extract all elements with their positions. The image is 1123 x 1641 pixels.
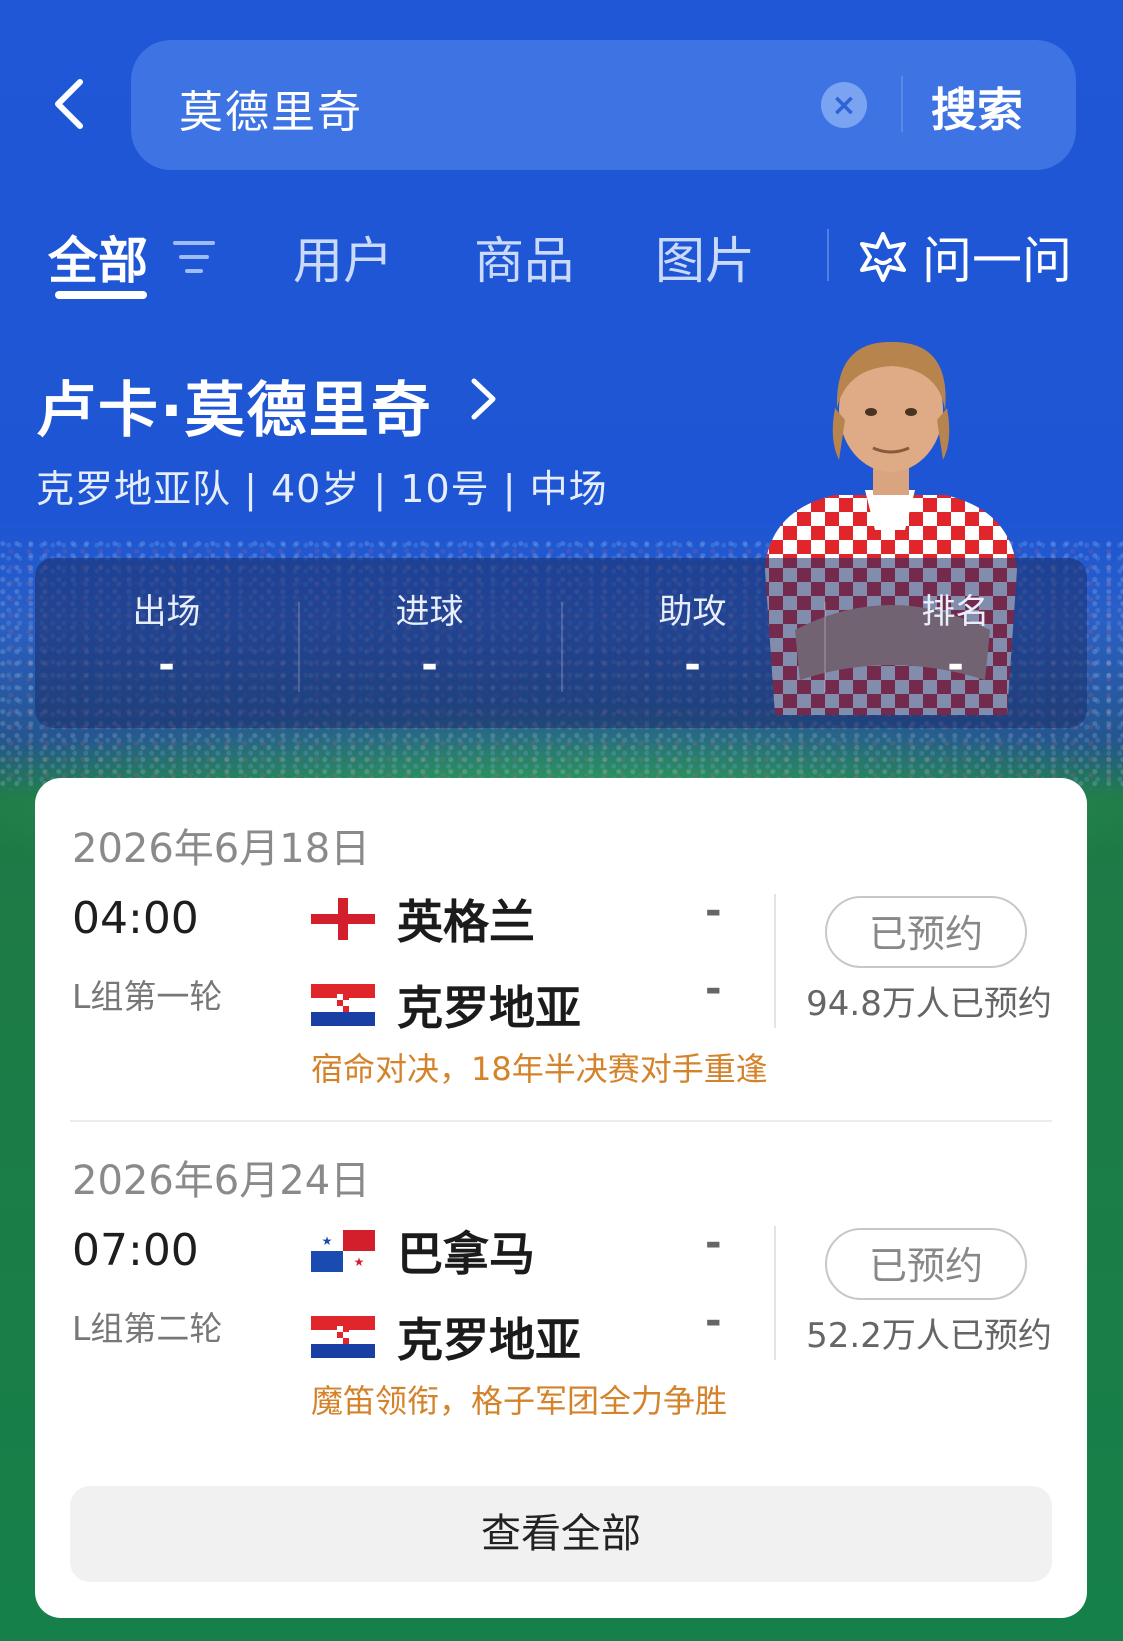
stat-ranking: 排名 - (824, 558, 1087, 728)
reserve-button[interactable]: 已预约 (825, 1228, 1027, 1300)
view-all-button[interactable]: 查看全部 (70, 1486, 1052, 1582)
team-name[interactable]: 英格兰 (397, 886, 535, 952)
match-round: L组第一轮 (72, 977, 223, 1016)
team-name[interactable]: 克罗地亚 (397, 972, 581, 1038)
stat-appearances: 出场 - (35, 558, 298, 728)
reserve-button[interactable]: 已预约 (825, 896, 1027, 968)
match-tagline: 宿命对决，18年半决赛对手重逢 (311, 1050, 768, 1088)
chevron-right-icon[interactable] (466, 376, 500, 422)
team-name[interactable]: 克罗地亚 (397, 1304, 581, 1370)
match-date: 2026年6月18日 (72, 826, 371, 872)
search-bar[interactable]: 莫德里奇 × 搜索 (131, 40, 1076, 170)
stat-goals: 进球 - (298, 558, 561, 728)
stat-label: 助攻 (658, 592, 727, 632)
stat-label: 出场 (132, 592, 201, 632)
stat-assists: 助攻 - (561, 558, 824, 728)
ai-sparkle-icon (860, 232, 906, 282)
tab-images[interactable]: 图片 (655, 221, 755, 293)
vertical-divider (774, 1226, 776, 1360)
stat-label: 排名 (921, 592, 990, 632)
tab-bar: 全部 用户 商品 图片 问一问 (0, 215, 1123, 305)
stat-value: - (158, 642, 175, 688)
match-time: 04:00 (72, 893, 199, 944)
match-time: 07:00 (72, 1225, 199, 1276)
tab-divider (827, 229, 829, 281)
reserve-count: 94.8万人已预约 (806, 984, 1052, 1024)
tab-users[interactable]: 用户 (293, 221, 393, 293)
search-button[interactable]: 搜索 (931, 74, 1023, 140)
england-flag-icon (311, 898, 375, 940)
search-input[interactable]: 莫德里奇 (179, 76, 363, 140)
player-name[interactable]: 卢卡·莫德里奇 (36, 362, 433, 449)
stat-value: - (684, 642, 701, 688)
croatia-flag-icon (311, 1316, 375, 1358)
vertical-divider (774, 894, 776, 1028)
stat-value: - (947, 642, 964, 688)
ask-button[interactable]: 问一问 (856, 221, 1072, 293)
filter-icon[interactable] (173, 237, 215, 277)
tab-all[interactable]: 全部 (48, 221, 148, 293)
search-divider (901, 76, 903, 132)
player-info: 克罗地亚队 | 40岁 | 10号 | 中场 (36, 467, 608, 511)
match-round: L组第二轮 (72, 1309, 223, 1348)
match-divider (70, 1120, 1052, 1122)
ask-label: 问一问 (922, 232, 1072, 290)
back-chevron-icon[interactable] (48, 76, 92, 132)
stat-label: 进球 (395, 592, 464, 632)
match-date: 2026年6月24日 (72, 1158, 371, 1204)
active-tab-indicator (55, 291, 147, 299)
team-score: - (705, 888, 722, 934)
team-score: - (705, 966, 722, 1012)
team-score: - (705, 1220, 722, 1266)
svg-text:★: ★ (322, 1234, 333, 1248)
stats-panel: 出场 - 进球 - 助攻 - 排名 - (35, 558, 1087, 728)
panama-flag-icon: ★ ★ (311, 1230, 375, 1272)
team-score: - (705, 1298, 722, 1344)
schedule-card: 2026年6月18日 04:00 L组第一轮 英格兰 - 克罗地亚 - 已预约 … (35, 778, 1087, 1618)
stat-value: - (421, 642, 438, 688)
croatia-flag-icon (311, 984, 375, 1026)
svg-text:★: ★ (354, 1255, 365, 1269)
tab-products[interactable]: 商品 (474, 221, 574, 293)
team-name[interactable]: 巴拿马 (397, 1218, 535, 1284)
match-tagline: 魔笛领衔，格子军团全力争胜 (311, 1382, 728, 1420)
clear-icon[interactable]: × (821, 82, 867, 128)
reserve-count: 52.2万人已预约 (806, 1316, 1052, 1356)
